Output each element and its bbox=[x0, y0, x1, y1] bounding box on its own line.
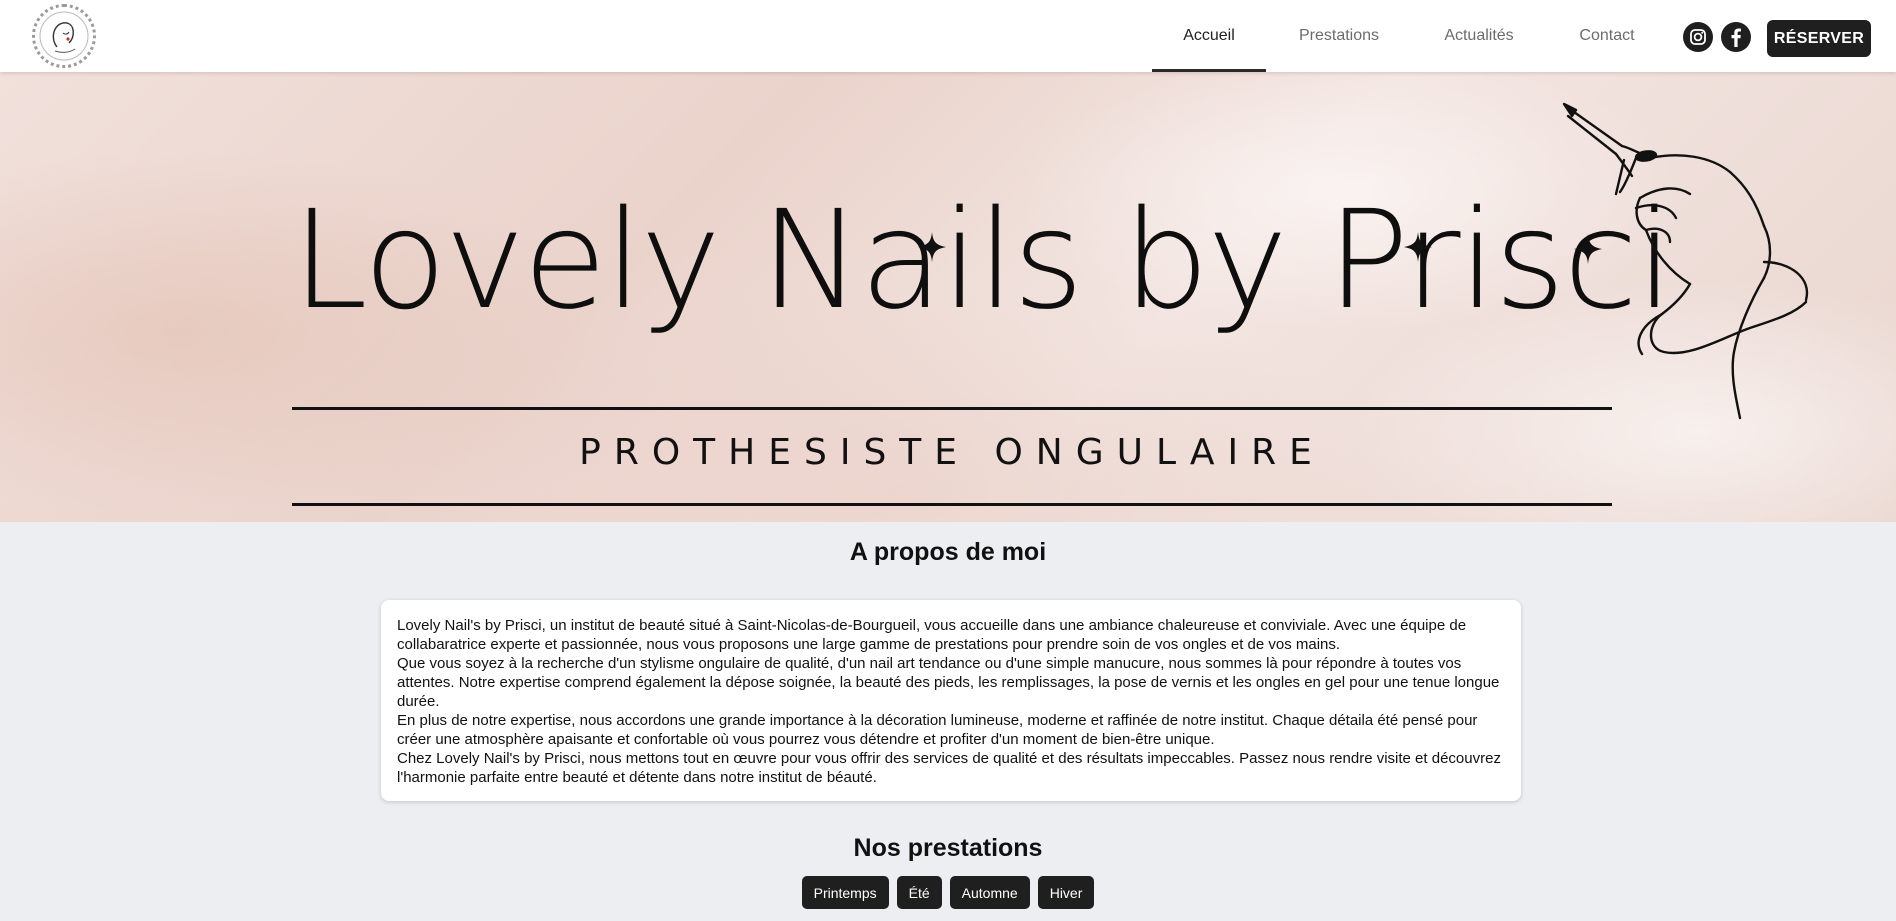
season-label: Été bbox=[908, 884, 930, 901]
about-heading: A propos de moi bbox=[849, 538, 1047, 566]
season-label: Automne bbox=[961, 884, 1018, 901]
season-label: Printemps bbox=[813, 884, 877, 901]
season-button-hiver[interactable]: Hiver bbox=[1037, 876, 1095, 909]
about-paragraph: Chez Lovely Nail's by Prisci, nous metto… bbox=[397, 750, 1501, 786]
hero-divider-bottom bbox=[292, 503, 1612, 506]
nav-contact-label: Contact bbox=[1579, 27, 1635, 44]
season-button-printemps[interactable]: Printemps bbox=[801, 876, 889, 909]
season-button-automne[interactable]: Automne bbox=[949, 876, 1030, 909]
prestations-heading: Nos prestations bbox=[853, 834, 1043, 862]
season-button-ete[interactable]: Été bbox=[896, 876, 942, 909]
nav-accueil-label: Accueil bbox=[1183, 27, 1235, 44]
season-filter: Printemps Été Automne Hiver bbox=[0, 876, 1896, 909]
hero-banner: Lovely Nails by Prisci PROTHESISTE ONGUL… bbox=[0, 72, 1896, 522]
sparkle-icon bbox=[918, 232, 946, 262]
reserve-label: RÉSERVER bbox=[1773, 29, 1865, 47]
facebook-icon[interactable] bbox=[1721, 22, 1751, 52]
about-card: Lovely Nail's by Prisci, un institut de … bbox=[381, 600, 1521, 801]
about-paragraph: En plus de notre expertise, nous accordo… bbox=[397, 712, 1478, 748]
logo-emblem-icon[interactable] bbox=[32, 4, 96, 68]
season-label: Hiver bbox=[1049, 884, 1083, 901]
hero-divider-top bbox=[292, 407, 1612, 410]
about-paragraph: Que vous soyez à la recherche d'un styli… bbox=[397, 655, 1500, 710]
site-header: Accueil Prestations Actualités Contact R… bbox=[0, 0, 1896, 72]
reserve-button[interactable]: RÉSERVER bbox=[1767, 20, 1871, 57]
nav-prestations-label: Prestations bbox=[1298, 27, 1380, 44]
instagram-icon[interactable] bbox=[1683, 22, 1713, 52]
hero-subtitle: PROTHESISTE ONGULAIRE bbox=[579, 432, 1325, 473]
nav-accueil[interactable]: Accueil bbox=[1152, 0, 1266, 72]
about-paragraph: Lovely Nail's by Prisci, un institut de … bbox=[397, 617, 1467, 653]
nav-contact[interactable]: Contact bbox=[1568, 0, 1646, 72]
nav-actualites-label: Actualités bbox=[1444, 27, 1514, 44]
nav-actualites[interactable]: Actualités bbox=[1430, 0, 1528, 72]
hand-nail-illustration-icon bbox=[1562, 102, 1809, 420]
nav-prestations[interactable]: Prestations bbox=[1288, 0, 1390, 72]
sparkle-icon bbox=[1404, 232, 1432, 262]
